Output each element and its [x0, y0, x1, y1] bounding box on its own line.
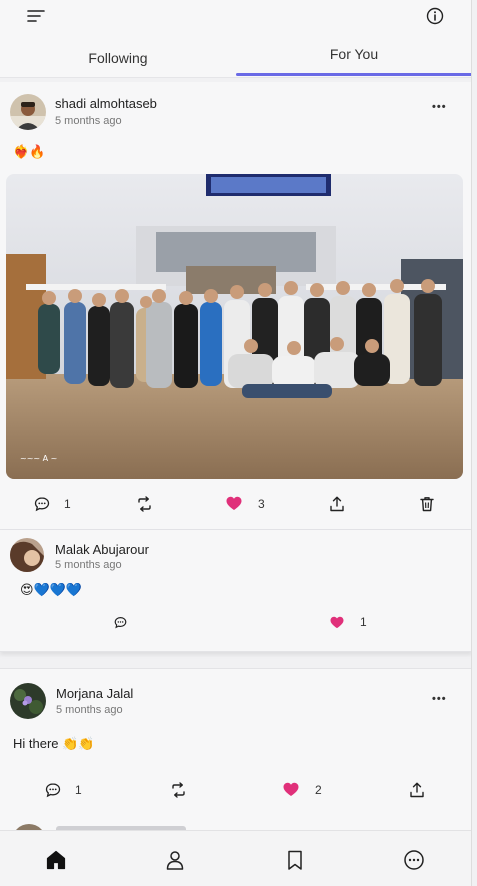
trash-icon	[420, 497, 434, 512]
nav-more[interactable]	[403, 849, 427, 873]
post-text: ❤️‍🔥🔥	[13, 144, 46, 159]
avatar[interactable]	[10, 94, 46, 130]
nav-bookmarks[interactable]	[284, 849, 308, 873]
info-button[interactable]	[423, 4, 447, 28]
repost-button[interactable]	[136, 496, 153, 512]
more-options-button[interactable]: •••	[432, 101, 447, 113]
info-icon	[426, 7, 444, 25]
avatar[interactable]	[10, 683, 46, 719]
next-post-preview[interactable]	[0, 816, 471, 830]
tab-for-you[interactable]: For You	[236, 38, 471, 78]
author-name[interactable]: Morjana Jalal	[56, 686, 133, 701]
feed-tabs: Following For You	[0, 38, 471, 78]
comment-icon	[34, 497, 50, 512]
reply-comment-button[interactable]	[114, 616, 127, 629]
tab-following-label: Following	[88, 50, 148, 66]
share-icon	[330, 496, 344, 512]
reply-text: 😍💙💙💙	[20, 582, 83, 597]
reply-card[interactable]: Malak Abujarour 5 months ago 😍💙💙💙 1	[0, 530, 471, 652]
menu-button[interactable]	[24, 4, 48, 28]
comment-button[interactable]: 1	[34, 496, 71, 512]
author-name[interactable]: shadi almohtaseb	[55, 96, 157, 111]
post-card[interactable]: Morjana Jalal 5 months ago ••• Hi there …	[0, 668, 471, 816]
like-button[interactable]: 3	[226, 496, 265, 511]
post-timestamp: 5 months ago	[55, 115, 122, 127]
like-count: 1	[360, 615, 367, 629]
tab-following[interactable]: Following	[0, 38, 236, 78]
like-count: 3	[258, 496, 265, 511]
reply-like-button[interactable]: 1	[330, 615, 367, 629]
share-icon	[410, 782, 424, 798]
nav-home[interactable]	[45, 849, 69, 873]
post-image[interactable]: ~~~ A ~	[6, 174, 463, 479]
comment-icon	[45, 783, 61, 798]
repost-button[interactable]	[170, 782, 187, 798]
heart-filled-icon	[330, 616, 344, 628]
top-bar: Following For You	[0, 0, 471, 78]
post-card[interactable]: shadi almohtaseb 5 months ago ••• ❤️‍🔥🔥	[0, 82, 471, 530]
hamburger-menu-icon	[27, 10, 45, 22]
app: Following For You shadi almohtaseb 5 mon…	[0, 0, 472, 886]
repost-icon	[138, 496, 151, 512]
nav-profile[interactable]	[164, 849, 188, 873]
post-timestamp: 5 months ago	[56, 704, 123, 716]
like-count: 2	[315, 782, 322, 797]
share-button[interactable]	[410, 782, 424, 798]
heart-filled-icon	[226, 496, 242, 510]
svg-text:~~~ A ~: ~~~ A ~	[20, 454, 57, 463]
bookmark-icon	[288, 850, 302, 870]
user-icon	[166, 851, 184, 870]
delete-button[interactable]	[420, 496, 434, 512]
more-circle-icon	[404, 850, 424, 870]
comment-icon	[114, 617, 127, 629]
comment-button[interactable]: 1	[45, 782, 82, 798]
heart-filled-icon	[283, 782, 299, 796]
more-options-button[interactable]: •••	[432, 693, 447, 705]
like-button[interactable]: 2	[283, 782, 322, 797]
share-button[interactable]	[330, 496, 344, 512]
home-icon	[46, 850, 66, 870]
reply-timestamp: 5 months ago	[55, 559, 122, 571]
bottom-navigation	[0, 830, 471, 886]
avatar[interactable]	[10, 538, 44, 572]
post-text: Hi there 👏👏	[13, 736, 95, 751]
tab-for-you-label: For You	[329, 46, 379, 62]
comment-count: 1	[64, 497, 71, 511]
comment-count: 1	[75, 783, 82, 797]
author-name[interactable]: Malak Abujarour	[55, 542, 149, 557]
repost-icon	[172, 782, 185, 798]
